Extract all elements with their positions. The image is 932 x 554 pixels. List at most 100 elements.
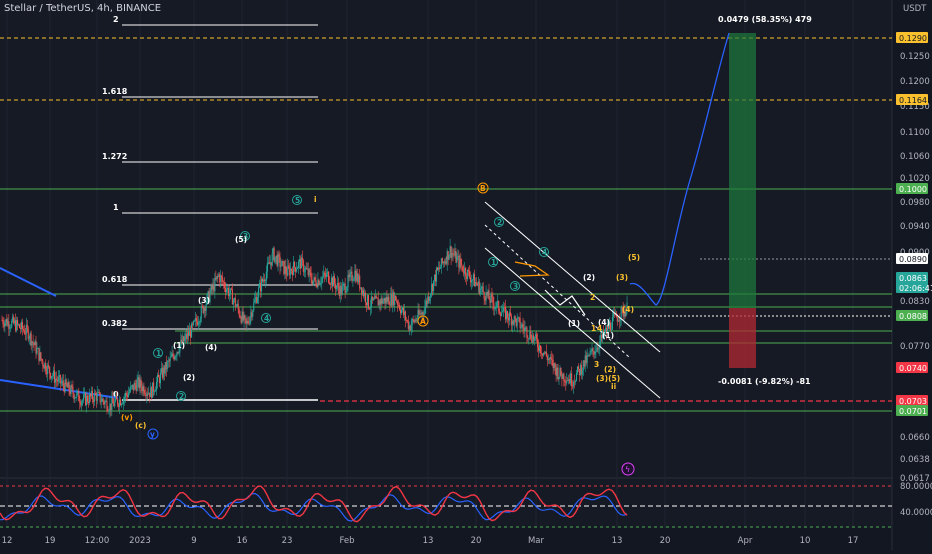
price-badge-3: 0.0890 (899, 255, 927, 264)
candle-body (408, 325, 410, 329)
candle-body (148, 392, 150, 395)
candle-body (295, 267, 297, 272)
candle-body (255, 297, 257, 300)
candle-body (372, 298, 374, 301)
candle-body (312, 280, 314, 285)
candle-body (195, 318, 197, 322)
candle-body (431, 284, 433, 294)
candle-body (457, 255, 459, 257)
candle-body (275, 255, 277, 257)
candle-body (269, 262, 271, 265)
candle-body (266, 262, 268, 272)
candle-body (367, 295, 370, 309)
candle-body (526, 327, 528, 338)
candle-body (540, 353, 543, 354)
candle-body (194, 318, 196, 321)
candle-body (561, 375, 563, 380)
candle-body (63, 385, 65, 392)
candle-body (185, 334, 187, 338)
symbol-title[interactable]: Stellar / TetherUS, 4h, BINANCE (4, 3, 161, 14)
candle-body (325, 274, 327, 277)
candle-body (124, 393, 127, 398)
candle-body (188, 332, 190, 336)
candle-body (126, 395, 128, 397)
candle-body (54, 378, 57, 383)
candle-body (62, 380, 64, 386)
candle-body (34, 341, 36, 346)
price-badge-8: 0.0703 (899, 397, 927, 406)
candle-body (420, 313, 422, 315)
candle-body (480, 288, 482, 289)
candle-body (33, 343, 35, 346)
candle-body (458, 255, 460, 268)
candle-body (73, 393, 75, 400)
candle-body (498, 301, 500, 312)
wave-1: 1 (156, 349, 161, 358)
candle-body (617, 320, 619, 322)
wave-c-p1b: (1) (602, 331, 614, 340)
candle-body (503, 306, 506, 308)
time-tick-8: 13 (423, 536, 434, 546)
candle-body (452, 253, 454, 255)
price-chart[interactable]: 2 1.618 1.272 1 0.618 0.382 0 0.0479 (58… (0, 0, 932, 550)
candle-body (341, 286, 343, 295)
candle-body (290, 268, 292, 276)
candle-body (46, 371, 48, 375)
candle-body (337, 282, 339, 289)
candle-body (43, 365, 45, 369)
candle-body (82, 400, 84, 402)
candle-body (357, 273, 359, 283)
candle-body (548, 358, 550, 360)
candle-body (588, 354, 590, 356)
candle-body (271, 253, 273, 266)
candle-body (579, 364, 581, 376)
candle-body (522, 324, 524, 328)
candle-body (70, 385, 72, 394)
candle-body (383, 298, 385, 301)
candle-body (388, 296, 390, 305)
candle-body (169, 357, 171, 362)
candle-body (481, 286, 483, 289)
candle-body (231, 289, 233, 305)
candle-body (543, 352, 545, 354)
candle-body (99, 392, 101, 403)
candle-body (432, 284, 434, 292)
candle-body (373, 298, 375, 300)
candle-body (285, 266, 287, 274)
candle-body (384, 298, 386, 304)
candle-body (245, 318, 247, 324)
price-badge-0: 0.1290 (899, 34, 927, 43)
candle-body (21, 322, 23, 330)
candle-body (361, 287, 363, 295)
candle-body (202, 306, 204, 314)
candle-body (216, 276, 218, 280)
candle-body (465, 268, 467, 277)
candle-body (512, 320, 514, 325)
candle-body (27, 328, 29, 340)
chart-stage[interactable]: 2 1.618 1.272 1 0.618 0.382 0 0.0479 (58… (0, 0, 932, 550)
candle-body (583, 360, 585, 367)
candle-body (127, 393, 129, 397)
candle-body (479, 288, 481, 294)
candle-body (81, 401, 83, 406)
candle-body (13, 316, 15, 324)
candle-body (328, 271, 330, 283)
candle-body (207, 291, 209, 295)
candle-body (398, 304, 400, 306)
candle-body (444, 261, 446, 264)
candle-body (155, 390, 157, 392)
price-tick-3: 0.1100 (900, 128, 930, 138)
candle-body (260, 278, 263, 292)
candle-body (136, 380, 138, 391)
candle-body (15, 320, 17, 331)
candle-body (150, 387, 152, 398)
time-tick-5: 16 (237, 536, 248, 546)
wave-c3: 3 (513, 282, 518, 291)
candle-body (417, 309, 419, 320)
candle-body (459, 258, 461, 268)
candle-body (494, 307, 496, 309)
candle-body (609, 322, 612, 330)
candle-body (90, 390, 92, 397)
candle-body (587, 354, 589, 356)
candle-body (277, 254, 279, 266)
